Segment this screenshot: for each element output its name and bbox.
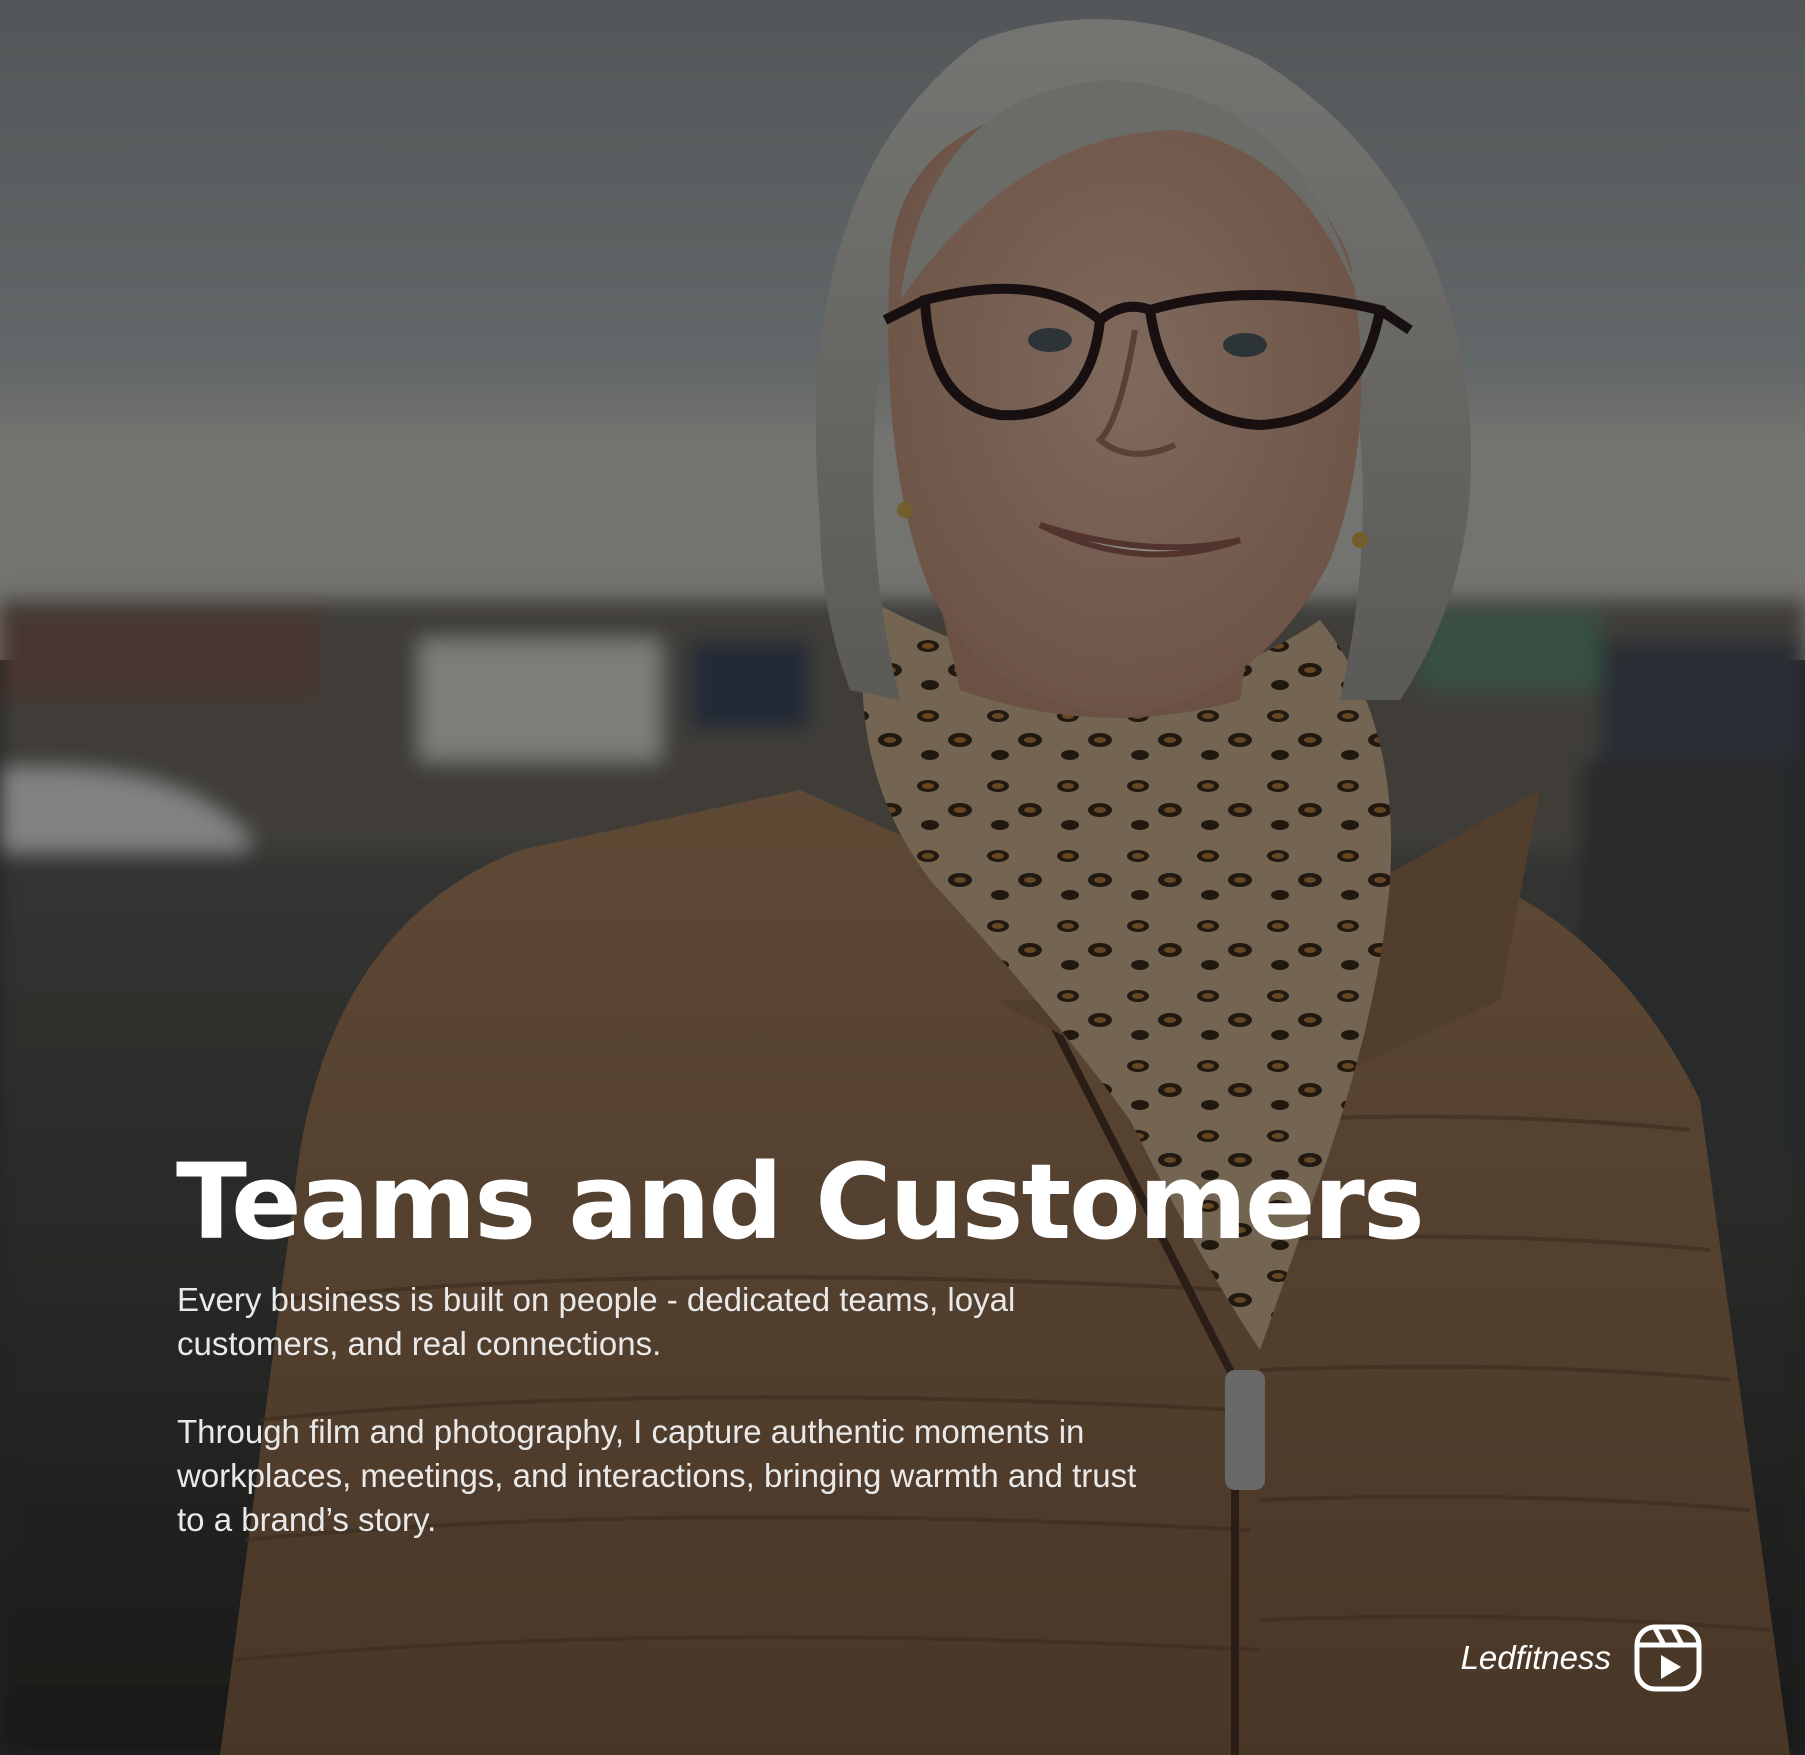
brand-signature: Ledfitness	[1461, 1623, 1703, 1693]
intro-line: customers, and real connections.	[177, 1325, 662, 1362]
description-paragraph: Through film and photography, I capture …	[177, 1410, 1277, 1542]
description-line: Through film and photography, I capture …	[177, 1413, 1085, 1450]
post-slide: Teams and Customers Every business is bu…	[0, 0, 1805, 1755]
intro-paragraph: Every business is built on people - dedi…	[177, 1278, 1277, 1366]
description-line: to a brand’s story.	[177, 1501, 437, 1538]
description-line: workplaces, meetings, and interactions, …	[177, 1457, 1137, 1494]
reels-play-icon[interactable]	[1633, 1623, 1703, 1693]
post-title: Teams and Customers	[176, 1141, 1425, 1263]
intro-line: Every business is built on people - dedi…	[177, 1281, 1016, 1318]
brand-name: Ledfitness	[1460, 1639, 1611, 1676]
